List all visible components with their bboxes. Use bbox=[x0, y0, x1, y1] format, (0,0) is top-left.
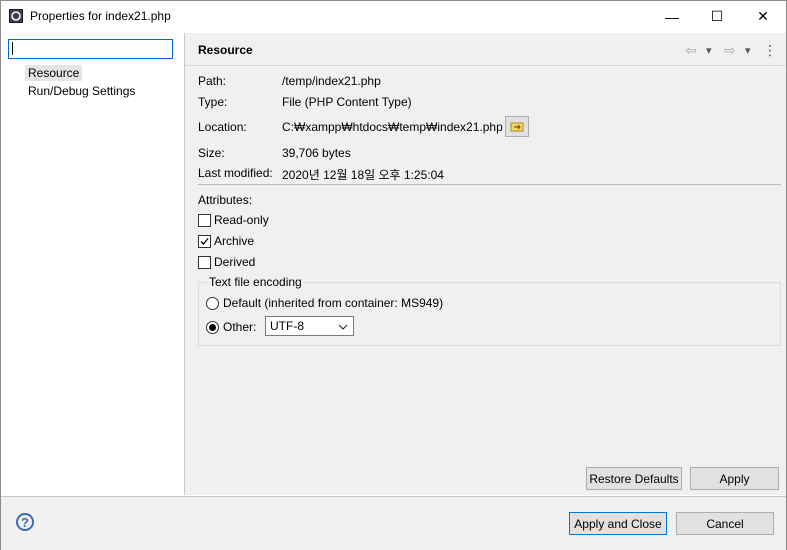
checkbox-box-checked[interactable] bbox=[198, 234, 211, 248]
restore-defaults-button[interactable]: Restore Defaults bbox=[586, 467, 682, 490]
size-value: 39,706 bytes bbox=[282, 146, 351, 160]
type-label: Type: bbox=[198, 95, 228, 109]
type-value: File (PHP Content Type) bbox=[282, 95, 412, 109]
filter-input[interactable] bbox=[8, 39, 173, 59]
radio-circle[interactable] bbox=[206, 296, 219, 310]
dialog-footer: ? Apply and Close Cancel bbox=[1, 496, 786, 550]
encoding-group-title: Text file encoding bbox=[207, 275, 304, 289]
attributes-label: Attributes: bbox=[198, 193, 253, 207]
checkmark-icon bbox=[200, 237, 209, 245]
location-label: Location: bbox=[198, 120, 247, 134]
derived-checkbox[interactable]: Derived bbox=[198, 255, 255, 269]
last-modified-label: Last modified: bbox=[198, 166, 273, 180]
last-modified-value: 2020년 12월 18일 오후 1:25:04 bbox=[282, 168, 444, 182]
sidebar: Resource Run/Debug Settings bbox=[1, 33, 185, 495]
app-icon bbox=[9, 9, 23, 23]
other-encoding-label: Other: bbox=[223, 320, 257, 334]
read-only-label: Read-only bbox=[214, 213, 269, 227]
page-title: Resource bbox=[198, 43, 253, 57]
forward-menu-chevron-icon[interactable]: ▾ bbox=[745, 44, 751, 57]
checkbox-box[interactable] bbox=[198, 213, 211, 227]
radio-circle-selected[interactable] bbox=[206, 320, 219, 334]
location-value: C:₩xampp₩htdocs₩temp₩index21.php bbox=[282, 120, 503, 134]
show-in-explorer-button[interactable] bbox=[505, 116, 529, 137]
minimize-button[interactable]: — bbox=[649, 1, 695, 32]
derived-label: Derived bbox=[214, 255, 256, 269]
text-caret bbox=[12, 42, 13, 55]
close-button[interactable]: ✕ bbox=[740, 1, 786, 32]
default-encoding-radio[interactable]: Default (inherited from container: MS949… bbox=[206, 296, 443, 310]
back-arrow-icon[interactable]: ⇦ bbox=[685, 42, 697, 59]
more-options-icon[interactable]: ⋮ bbox=[763, 42, 777, 59]
other-encoding-radio[interactable]: Other: bbox=[206, 320, 256, 334]
read-only-checkbox[interactable]: Read-only bbox=[198, 213, 269, 227]
help-icon[interactable]: ? bbox=[16, 513, 34, 531]
encoding-select-value: UTF-8 bbox=[270, 319, 304, 333]
archive-checkbox[interactable]: Archive bbox=[198, 234, 254, 248]
title-bar: Properties for index21.php — ☐ ✕ bbox=[1, 1, 786, 32]
maximize-button[interactable]: ☐ bbox=[694, 1, 740, 32]
main-panel: Resource ⇦ ▾ ⇨ ▾ ⋮ Path: /temp/index21.p… bbox=[185, 33, 786, 495]
properties-dialog: Properties for index21.php — ☐ ✕ Resourc… bbox=[0, 0, 787, 550]
radio-dot bbox=[209, 323, 216, 331]
forward-arrow-icon[interactable]: ⇨ bbox=[724, 42, 736, 59]
checkbox-box[interactable] bbox=[198, 255, 211, 269]
sidebar-item-resource[interactable]: Resource bbox=[25, 65, 83, 81]
archive-label: Archive bbox=[214, 234, 255, 248]
apply-button[interactable]: Apply bbox=[690, 467, 779, 490]
path-value: /temp/index21.php bbox=[282, 74, 381, 88]
encoding-select[interactable]: UTF-8 bbox=[265, 316, 354, 336]
sidebar-item-run-debug-settings[interactable]: Run/Debug Settings bbox=[25, 83, 138, 99]
cancel-button[interactable]: Cancel bbox=[676, 512, 774, 535]
back-menu-chevron-icon[interactable]: ▾ bbox=[706, 44, 712, 57]
folder-arrow-icon bbox=[510, 122, 524, 132]
apply-and-close-button[interactable]: Apply and Close bbox=[569, 512, 667, 535]
default-encoding-label: Default (inherited from container: MS949… bbox=[223, 296, 444, 310]
path-label: Path: bbox=[198, 74, 227, 88]
window-title: Properties for index21.php bbox=[30, 9, 171, 23]
encoding-group bbox=[198, 282, 781, 346]
size-label: Size: bbox=[198, 146, 225, 160]
section-divider bbox=[198, 184, 781, 185]
header-divider bbox=[185, 65, 786, 66]
chevron-down-icon bbox=[338, 324, 348, 330]
